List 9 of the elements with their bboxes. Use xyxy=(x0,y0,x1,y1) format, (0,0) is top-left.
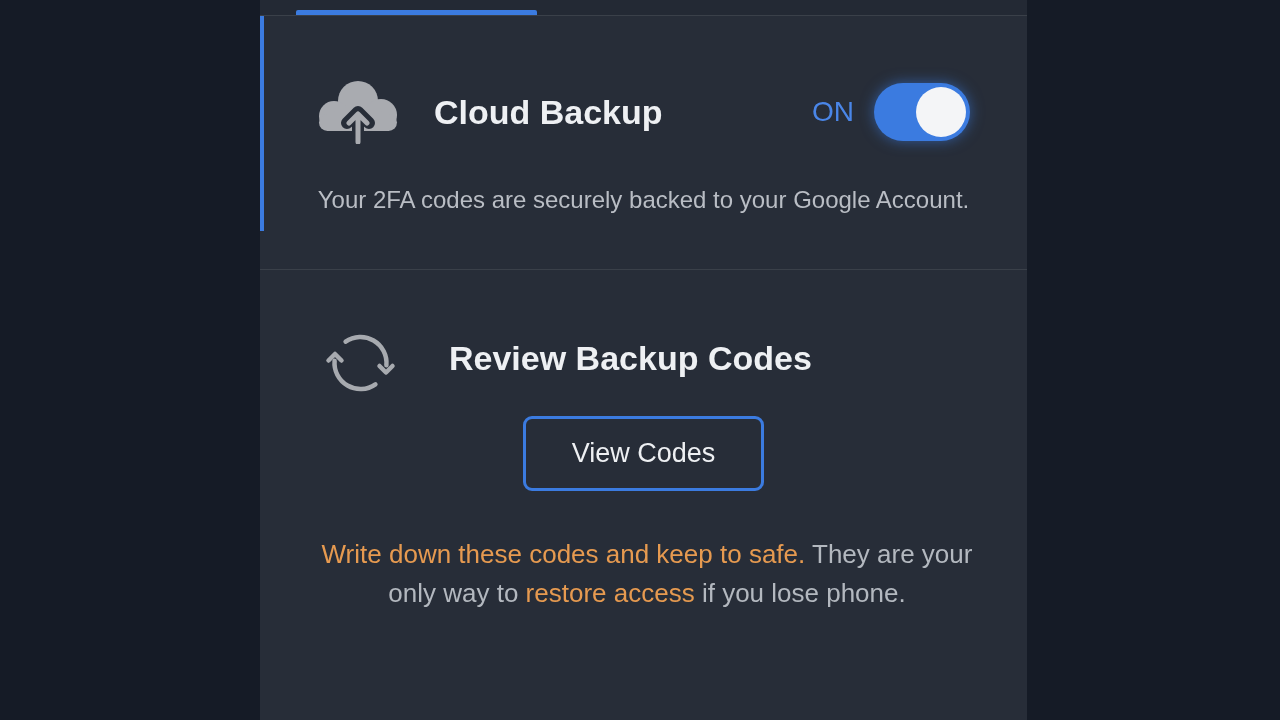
section-title: Cloud Backup xyxy=(434,91,663,133)
sync-icon xyxy=(323,332,398,392)
toggle-switch[interactable] xyxy=(874,83,970,141)
section-description: Your 2FA codes are securely backed to your Google Account. xyxy=(316,186,971,215)
section-title: Review Backup Codes xyxy=(449,337,812,379)
backup-note-text: Write down these codes and keep to safe. They are your only way to restore access if you lose phone. xyxy=(320,538,974,610)
view-codes-button[interactable]: View Codes xyxy=(523,416,764,491)
toggle-status-label: ON xyxy=(812,95,854,129)
cloud-upload-icon xyxy=(318,80,398,144)
